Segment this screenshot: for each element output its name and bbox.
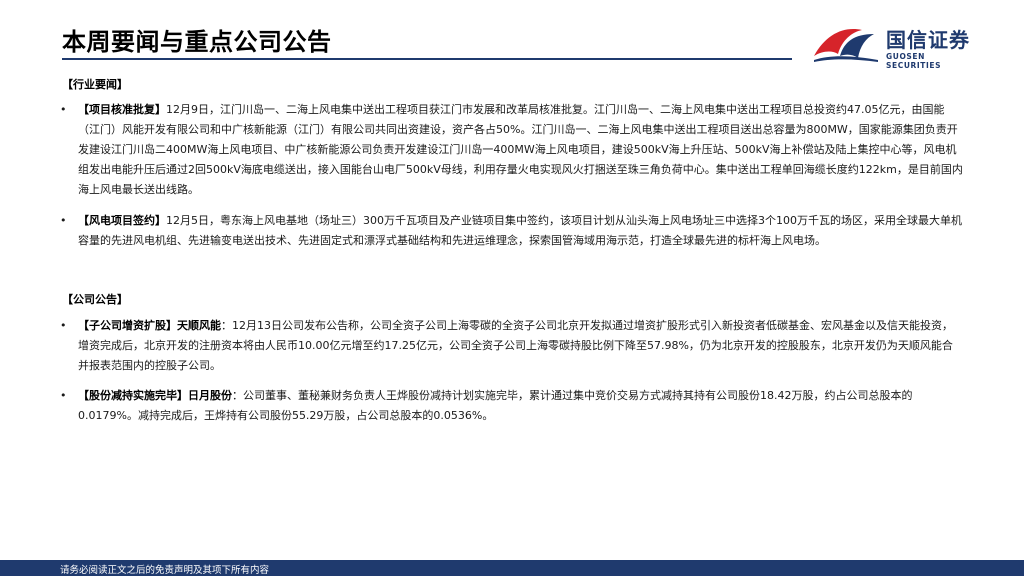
logo-name-cn: 国信证券 <box>886 28 970 52</box>
bullet-text: 【股份减持实施完毕】日月股份：公司董事、董秘兼财务负责人王烨股份减持计划实施完毕… <box>78 386 963 426</box>
item-body: 12月5日，粤东海上风电基地（场址三）300万千瓦项目及产业链项目集中签约，该项… <box>78 214 962 247</box>
title-underline <box>62 58 792 60</box>
logo-name-en: GUOSEN SECURITIES <box>886 52 942 70</box>
footer-disclaimer: 请务必阅读正文之后的免责声明及其项下所有内容 <box>60 565 270 576</box>
bullet-dot: • <box>60 103 67 116</box>
bullet-dot: • <box>60 214 67 227</box>
guosen-logo: 国信证券 GUOSEN SECURITIES <box>812 20 982 70</box>
item-body: 12月9日，江门川岛一、二海上风电集中送出工程项目获江门市发展和改革局核准批复。… <box>78 103 963 196</box>
bullet-dot: • <box>60 389 67 402</box>
bullet-text: 【项目核准批复】12月9日，江门川岛一、二海上风电集中送出工程项目获江门市发展和… <box>78 100 963 200</box>
footer-bar: 请务必阅读正文之后的免责声明及其项下所有内容 <box>0 560 1024 576</box>
item-tag: 【风电项目签约】 <box>78 214 166 227</box>
company-announcements-heading: 【公司公告】 <box>62 293 128 306</box>
item-tag: 【子公司增资扩股】天顺风能 <box>78 319 221 332</box>
industry-news-heading: 【行业要闻】 <box>62 78 128 91</box>
bullet-text: 【子公司增资扩股】天顺风能：12月13日公司发布公告称，公司全资子公司上海零碳的… <box>78 316 963 376</box>
page-title: 本周要闻与重点公司公告 <box>62 28 332 56</box>
item-tag: 【股份减持实施完毕】日月股份 <box>78 389 232 402</box>
bullet-dot: • <box>60 319 67 332</box>
guosen-logo-icon <box>814 29 878 62</box>
bullet-text: 【风电项目签约】12月5日，粤东海上风电基地（场址三）300万千瓦项目及产业链项… <box>78 211 963 251</box>
item-tag: 【项目核准批复】 <box>78 103 166 116</box>
